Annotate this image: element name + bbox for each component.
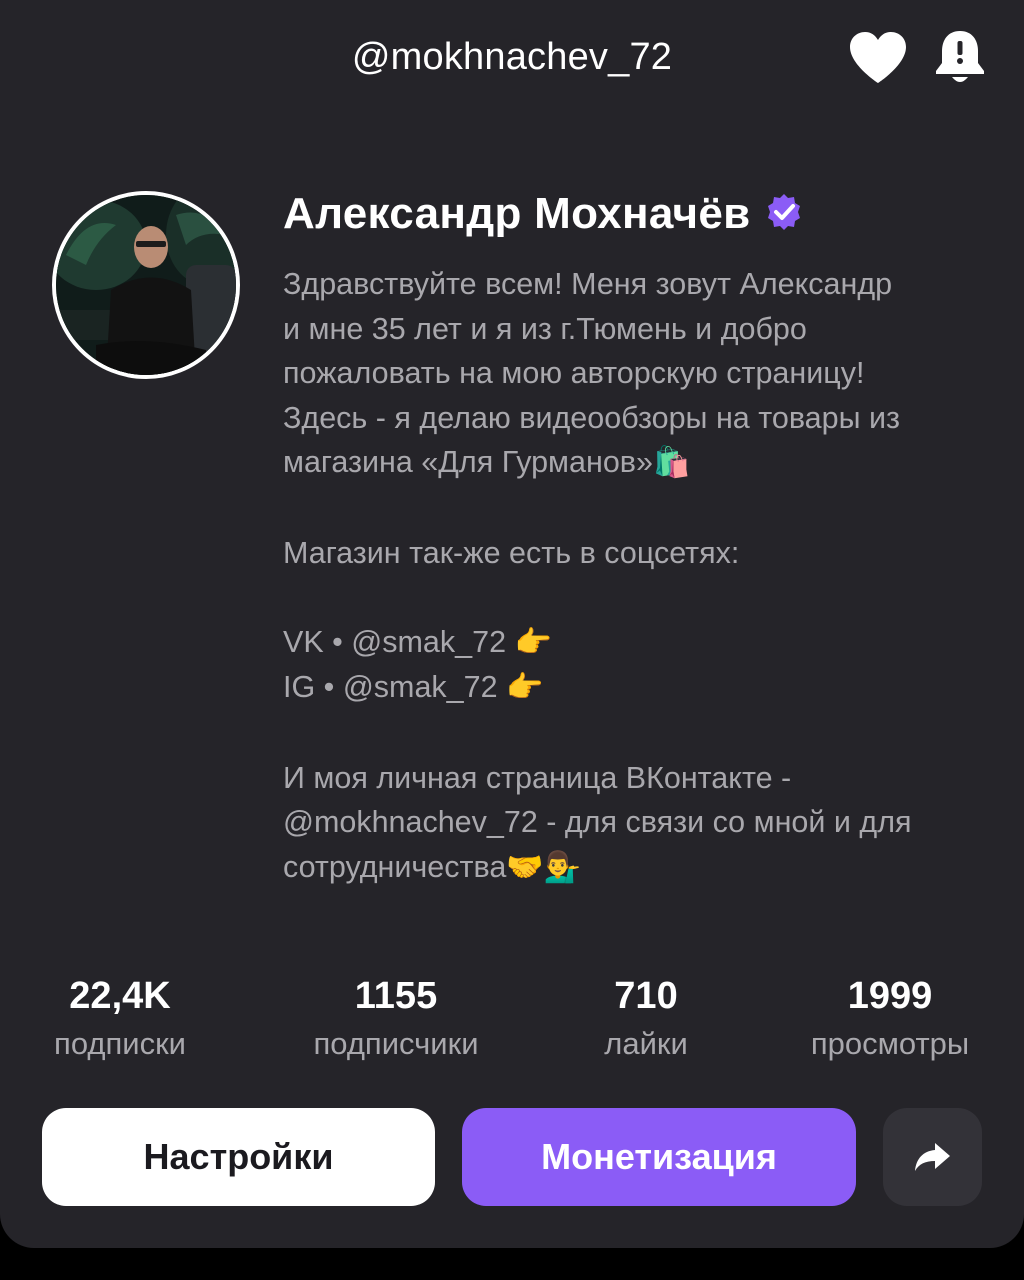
bio-line: Здравствуйте всем! Меня зовут Александр [283, 267, 893, 301]
bio-line: И моя личная страница ВКонтакте - [283, 760, 792, 795]
profile-card: @mokhnachev_72 Александр Мохначёв Здравс… [0, 0, 1024, 1248]
verified-badge-icon [764, 192, 804, 237]
stat-subscriptions[interactable]: 22,4K подписки [20, 972, 220, 1068]
stat-likes[interactable]: 710 лайки [570, 972, 722, 1068]
ig-link[interactable]: IG • @smak_72 [283, 670, 498, 704]
bio-line: магазина «Для Гурманов»🛍️ [283, 440, 1003, 486]
bell-icon[interactable] [930, 28, 990, 88]
bio-line: IG • @smak_72 👉 [283, 665, 1003, 711]
stat-value: 22,4K [69, 975, 171, 1017]
profile-name: Александр Мохначёв [283, 189, 751, 238]
heart-icon[interactable] [848, 28, 908, 88]
pointing-right-icon: 👉 [506, 671, 544, 705]
profile-bio: Здравствуйте всем! Меня зовут Александр … [283, 262, 1003, 890]
stat-label: просмотры [810, 1026, 970, 1061]
avatar[interactable] [52, 191, 240, 379]
bio-line: и мне 35 лет и я из г.Тюмень и добро [283, 311, 807, 346]
pointing-right-icon: 👉 [514, 625, 552, 659]
stats-row: 22,4K подписки 1155 подписчики 710 лайки… [0, 972, 1024, 1072]
avatar-photo [56, 195, 236, 375]
share-button[interactable] [883, 1108, 982, 1206]
bio-line: Здесь - я делаю видеообзоры на товары из [283, 400, 901, 435]
bio-line: VK • @smak_72 👉 [283, 620, 1003, 666]
name-row: Александр Мохначёв [283, 186, 804, 242]
share-arrow-icon [914, 1143, 950, 1171]
vk-link[interactable]: VK • @smak_72 [283, 625, 506, 659]
monetization-button[interactable]: Монетизация [462, 1108, 856, 1206]
handshake-person-icon: 🤝💁‍♂️ [506, 850, 582, 884]
stat-value: 710 [614, 975, 678, 1017]
stat-value: 1999 [847, 975, 933, 1017]
bio-line: Магазин так-же есть в соцсетях: [283, 535, 740, 570]
shopping-bags-icon: 🛍️ [652, 446, 691, 480]
settings-button[interactable]: Настройки [42, 1108, 435, 1206]
bio-line: @mokhnachev_72 - для связи со мной и для [283, 805, 912, 840]
bio-line: сотрудничества🤝💁‍♂️ [283, 845, 1003, 891]
stat-value: 1155 [354, 975, 438, 1017]
stat-label: лайки [604, 1026, 688, 1061]
bio-text: магазина «Для Гурманов» [283, 445, 653, 480]
stat-views[interactable]: 1999 просмотры [790, 972, 990, 1068]
stat-label: подписки [54, 1026, 186, 1061]
stat-subscribers[interactable]: 1155 подписчики [290, 972, 502, 1068]
bio-line: пожаловать на мою авторскую страницу! [283, 356, 865, 391]
stat-label: подписчики [313, 1026, 479, 1061]
bio-text: сотрудничества [283, 849, 507, 884]
